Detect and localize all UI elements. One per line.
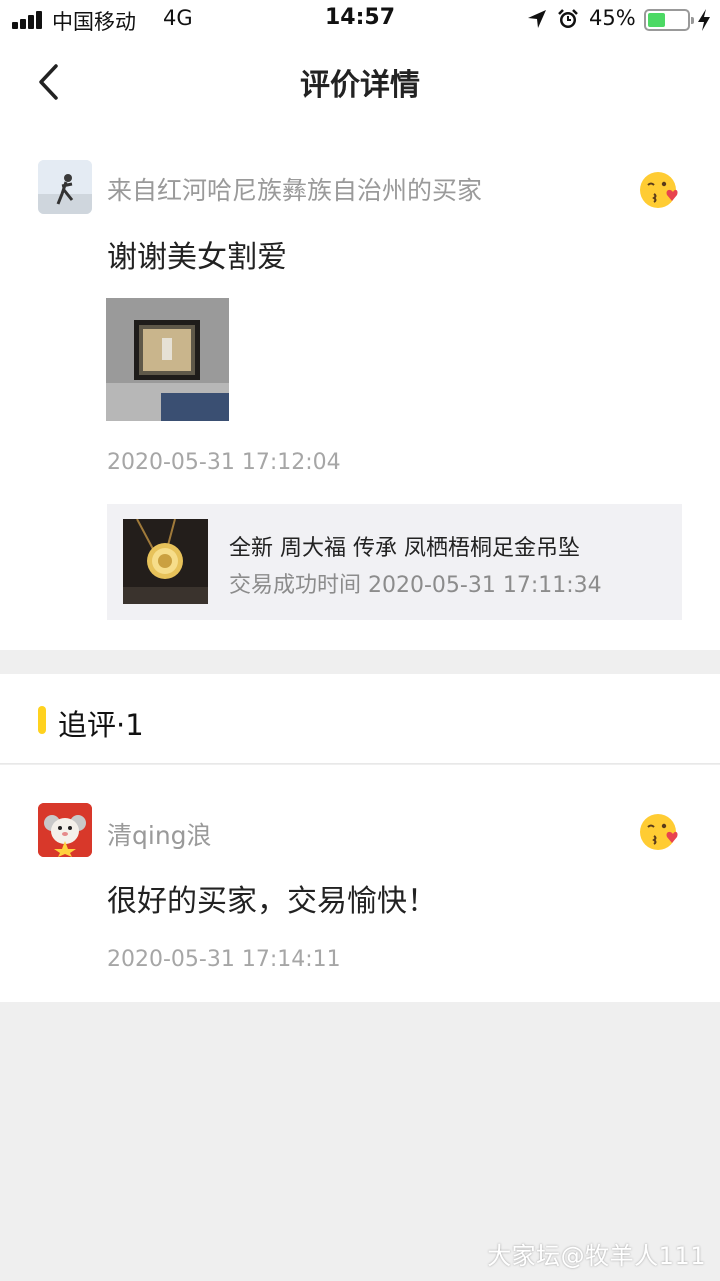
followup-header: 追评·1	[0, 674, 720, 764]
product-card[interactable]: 全新 周大福 传承 凤栖梧桐足金吊坠 交易成功时间 2020-05-31 17:…	[107, 504, 682, 620]
buyer-avatar[interactable]	[38, 160, 92, 214]
seller-nickname: 清qing浪	[107, 821, 212, 850]
location-icon	[528, 10, 546, 28]
kiss-face-emoji-icon	[640, 172, 678, 208]
followup-title: 追评·1	[58, 708, 144, 742]
trade-time: 交易成功时间 2020-05-31 17:11:34	[229, 573, 602, 598]
nav-bar: 评价详情	[0, 40, 720, 124]
charging-icon	[698, 9, 710, 31]
product-thumbnail	[123, 519, 208, 604]
page-title: 评价详情	[300, 68, 420, 103]
battery-percent: 45%	[589, 6, 636, 30]
buyer-nickname: 来自红河哈尼族彝族自治州的买家	[107, 176, 483, 205]
followup-comment: 很好的买家，交易愉快！	[107, 884, 437, 919]
review-comment: 谢谢美女割爱	[107, 240, 287, 275]
product-name: 全新 周大福 传承 凤栖梧桐足金吊坠	[229, 536, 580, 561]
alarm-icon	[558, 9, 578, 28]
kiss-face-emoji-icon	[640, 814, 678, 850]
followup-card: 清qing浪 很好的买家，交易愉快！ 2020-05-31 17:14:11	[0, 765, 720, 1002]
battery-icon	[644, 9, 694, 31]
status-bar: 中国移动 4G 14:57 45%	[0, 0, 720, 40]
section-accent-bar	[38, 706, 46, 734]
review-date: 2020-05-31 17:12:04	[107, 450, 341, 475]
watermark: 大家坛@牧羊人111	[487, 1242, 706, 1270]
review-photo[interactable]	[106, 298, 229, 421]
followup-date: 2020-05-31 17:14:11	[107, 947, 341, 972]
review-card: 来自红河哈尼族彝族自治州的买家 谢谢美女割爱 2020-05-31 17:12:…	[0, 124, 720, 650]
seller-avatar[interactable]	[38, 803, 92, 857]
